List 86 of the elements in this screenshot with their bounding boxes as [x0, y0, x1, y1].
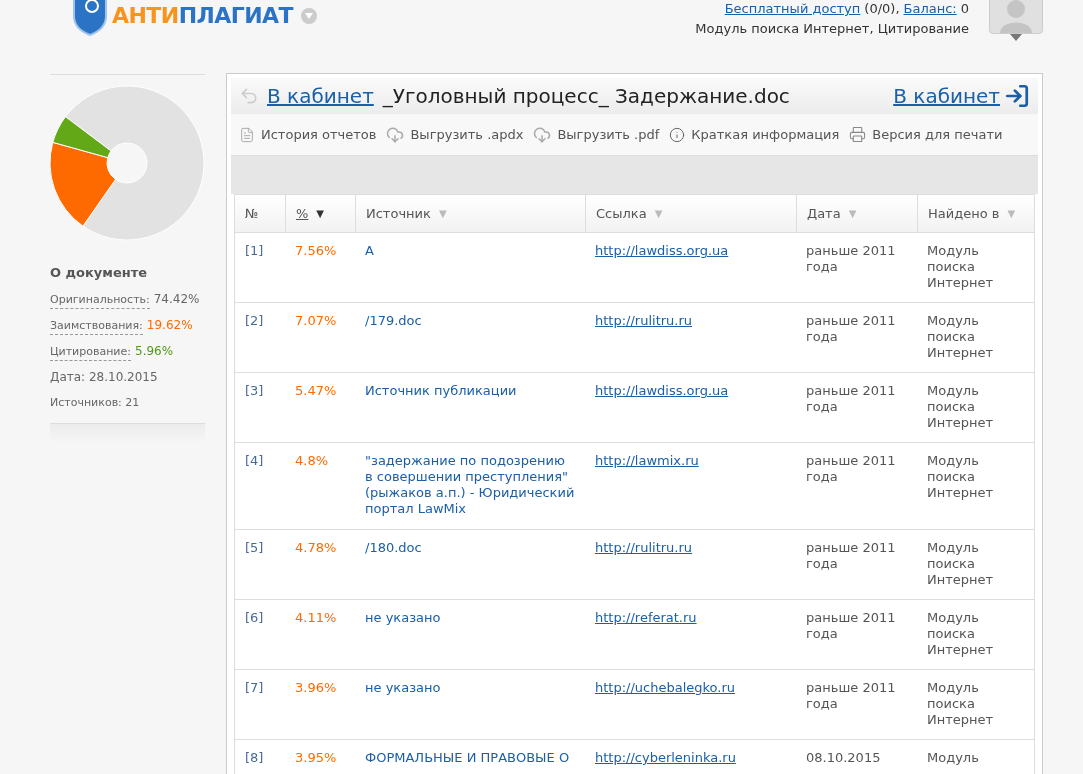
- stat-value: 19.62%: [146, 316, 193, 334]
- stat-text: Источников: 21: [50, 394, 141, 411]
- document-icon: [239, 126, 255, 143]
- found-in-cell-text: Модуль: [926, 749, 980, 767]
- row-number: [7]: [244, 679, 265, 697]
- modules-text: Модуль поиска Интернет, Цитирование: [695, 21, 969, 37]
- percent-cell-text: 4.78%: [294, 539, 338, 557]
- found-in-cell-text: Модуль поиска Интернет: [926, 539, 995, 589]
- source-cell-text: ФОРМАЛЬНЫЕ И ПРАВОВЫЕ О: [364, 749, 571, 767]
- stat-label[interactable]: Цитирование:: [50, 342, 131, 361]
- source-link[interactable]: http://rulitru.ru: [595, 540, 693, 555]
- cloud-download-icon: [386, 125, 405, 144]
- percent-cell-text: 4.8%: [294, 452, 330, 470]
- column-header[interactable]: Дата: [807, 203, 841, 224]
- percent-cell-text: 4.11%: [294, 609, 338, 627]
- column-header[interactable]: Найдено в: [928, 203, 1000, 224]
- balance-link[interactable]: Баланс:: [903, 1, 957, 17]
- stat-value: 5.96%: [135, 342, 174, 360]
- row-number: [8]: [244, 749, 265, 767]
- date-cell-text: раньше 2011 года: [805, 679, 897, 713]
- cloud-download-icon: [533, 125, 552, 144]
- source-link[interactable]: http://referat.ru: [595, 610, 697, 625]
- document-title: _Уголовный процесс_ Задержание.doc: [382, 83, 790, 110]
- free-access-link[interactable]: Бесплатный доступ: [724, 1, 861, 17]
- source-link[interactable]: http://cyberleninka.ru: [595, 750, 736, 765]
- source-link[interactable]: http://lawdiss.org.ua: [595, 383, 729, 398]
- stat-value: 74.42%: [153, 290, 200, 308]
- column-header: №: [245, 204, 259, 223]
- column-header[interactable]: Источник: [366, 203, 431, 224]
- stat-text: Дата: 28.10.2015: [50, 368, 159, 386]
- source-cell-text: не указано: [364, 679, 442, 697]
- source-cell-text: не указано: [364, 609, 442, 627]
- found-in-cell-text: Модуль поиска Интернет: [926, 242, 995, 292]
- toolbar-link[interactable]: Выгрузить .pdf: [557, 124, 660, 145]
- section-title: О документе: [50, 264, 149, 282]
- stat-label[interactable]: Оригинальность:: [50, 290, 150, 309]
- percent-cell-text: 7.07%: [294, 312, 338, 330]
- date-cell-text: раньше 2011 года: [805, 452, 897, 486]
- found-in-cell-text: Модуль поиска Интернет: [926, 382, 995, 432]
- back-link[interactable]: В кабинет: [267, 81, 374, 111]
- source-cell-text: "задержание по подозрению в совершении преступления" (рыжаков а.п.) - Юридический портал LawMix: [364, 452, 576, 518]
- column-header[interactable]: %: [296, 203, 309, 224]
- row-number: [3]: [244, 382, 265, 400]
- date-cell-text: раньше 2011 года: [805, 609, 897, 643]
- source-link[interactable]: http://lawdiss.org.ua: [595, 243, 729, 258]
- source-link[interactable]: http://uchebalegko.ru: [595, 680, 736, 695]
- enter-icon[interactable]: [1004, 83, 1030, 109]
- row-number: [5]: [244, 539, 265, 557]
- row-number: [1]: [244, 242, 265, 260]
- source-cell-text: /180.doc: [364, 539, 423, 557]
- date-cell-text: раньше 2011 года: [805, 242, 897, 276]
- logo-text: АНТИПЛАГИАТ: [112, 5, 293, 27]
- toolbar-link[interactable]: Краткая информация: [691, 124, 840, 145]
- source-cell-text: А: [364, 242, 375, 260]
- info-icon: [669, 126, 686, 143]
- source-cell-text: /179.doc: [364, 312, 423, 330]
- free-access-count: (0/0),: [864, 1, 900, 17]
- percent-cell-text: 3.96%: [294, 679, 338, 697]
- source-cell-text: Источник публикации: [364, 382, 518, 400]
- found-in-cell-text: Модуль поиска Интернет: [926, 679, 995, 729]
- column-header[interactable]: Ссылка: [596, 203, 647, 224]
- percent-cell-text: 3.95%: [294, 749, 338, 767]
- percent-cell-text: 7.56%: [294, 242, 338, 260]
- source-link[interactable]: http://rulitru.ru: [595, 313, 693, 328]
- date-cell-text: раньше 2011 года: [805, 382, 897, 416]
- row-number: [4]: [244, 452, 265, 470]
- date-cell-text: 08.10.2015: [805, 749, 882, 767]
- source-link[interactable]: http://lawmix.ru: [595, 453, 699, 468]
- toolbar-link[interactable]: Версия для печати: [872, 124, 1003, 145]
- date-cell-text: раньше 2011 года: [805, 312, 897, 346]
- cabinet-link[interactable]: В кабинет: [893, 81, 1000, 111]
- found-in-cell-text: Модуль поиска Интернет: [926, 609, 995, 659]
- sort-arrow-icon[interactable]: ▼: [316, 206, 325, 221]
- balance-value: 0: [960, 1, 969, 17]
- toolbar-link[interactable]: История отчетов: [261, 124, 377, 145]
- date-cell-text: раньше 2011 года: [805, 539, 897, 573]
- row-number: [6]: [244, 609, 265, 627]
- stat-label[interactable]: Заимствования:: [50, 316, 143, 335]
- toolbar-link[interactable]: Выгрузить .apdx: [410, 124, 524, 145]
- percent-cell-text: 5.47%: [294, 382, 338, 400]
- row-number: [2]: [244, 312, 265, 330]
- found-in-cell-text: Модуль поиска Интернет: [926, 312, 995, 362]
- found-in-cell-text: Модуль поиска Интернет: [926, 452, 995, 502]
- printer-icon: [849, 126, 867, 143]
- back-icon[interactable]: [239, 86, 259, 106]
- dropdown-caret-icon[interactable]: [301, 8, 317, 24]
